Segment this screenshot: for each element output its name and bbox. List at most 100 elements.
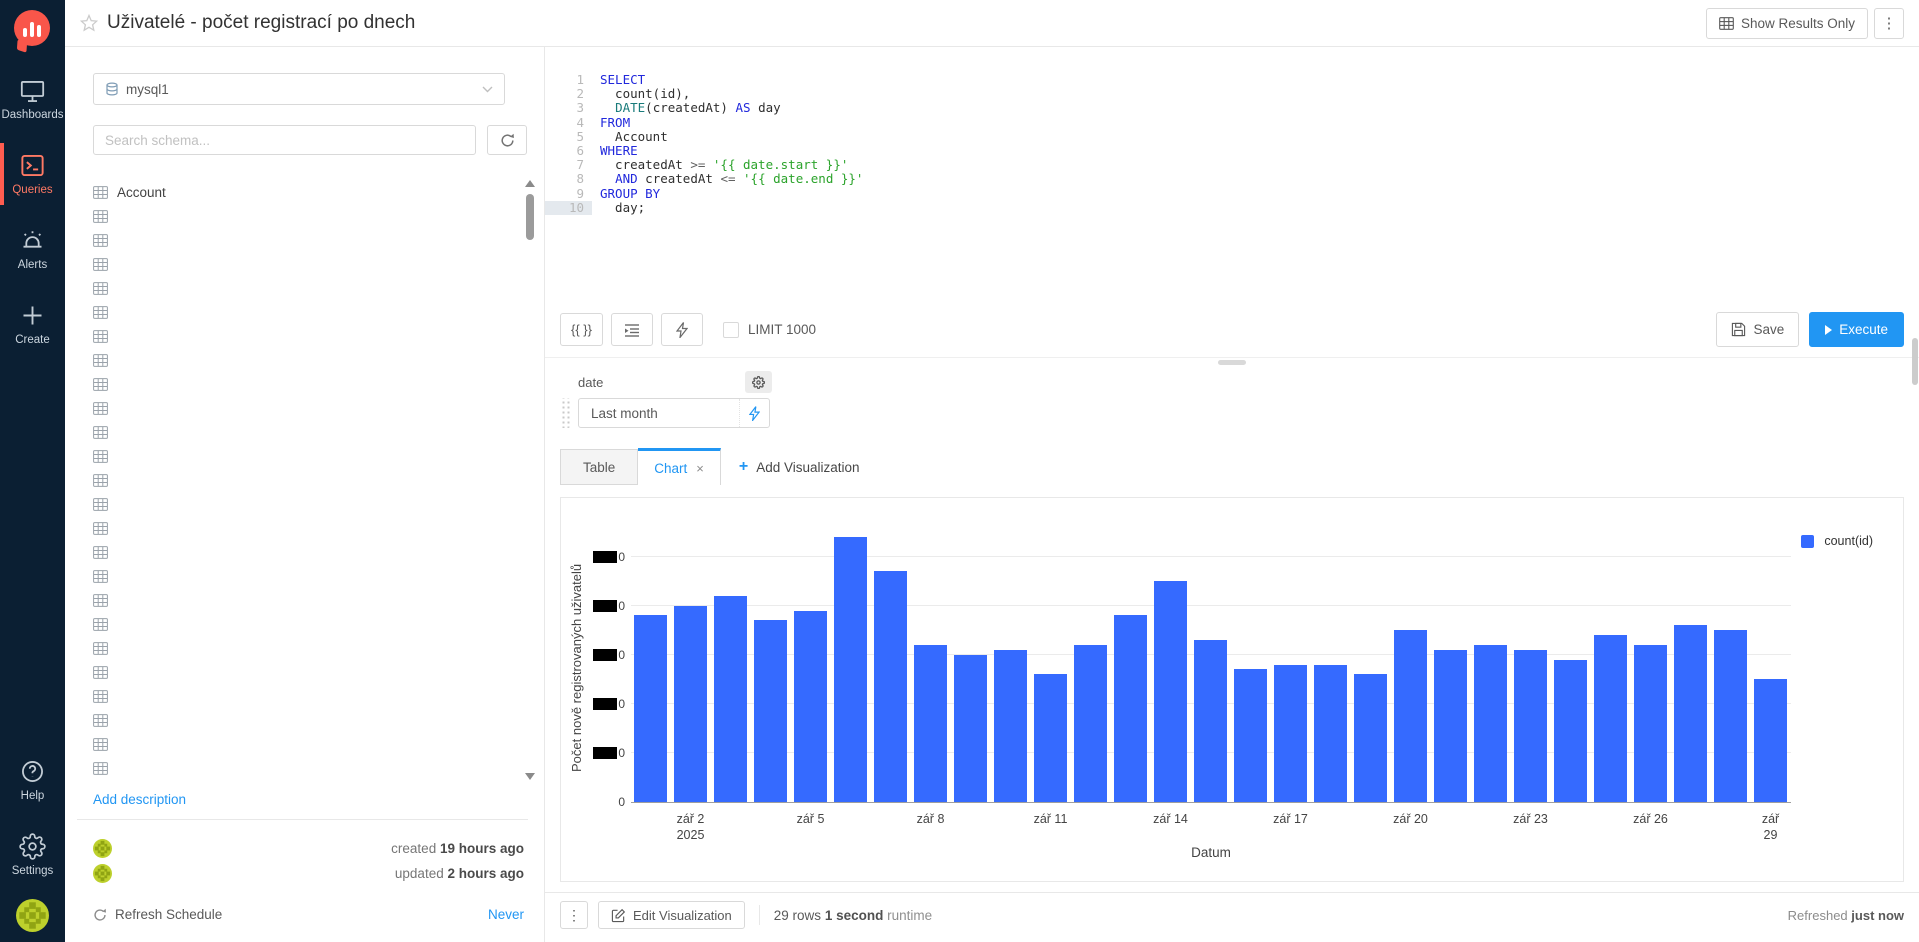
table-row[interactable] xyxy=(93,540,544,564)
user-avatar[interactable] xyxy=(16,899,49,932)
table-row[interactable] xyxy=(93,228,544,252)
favorite-star-icon[interactable] xyxy=(80,14,98,32)
bar[interactable] xyxy=(794,611,827,802)
save-button[interactable]: Save xyxy=(1716,312,1799,347)
table-row[interactable] xyxy=(93,252,544,276)
bar[interactable] xyxy=(634,615,667,802)
redash-logo[interactable] xyxy=(14,10,52,48)
table-row[interactable] xyxy=(93,348,544,372)
bar[interactable] xyxy=(954,655,987,802)
table-row[interactable] xyxy=(93,588,544,612)
limit-1000-control[interactable]: LIMIT 1000 xyxy=(723,322,816,338)
table-row[interactable] xyxy=(93,468,544,492)
table-row[interactable] xyxy=(93,204,544,228)
sql-editor[interactable]: 1SELECT2 count(id),3 DATE(createdAt) AS … xyxy=(545,47,1919,302)
refresh-schedule-label[interactable]: Refresh Schedule xyxy=(115,907,222,922)
limit-checkbox[interactable] xyxy=(723,322,739,338)
x-tick-label: zář 26 xyxy=(1633,811,1668,827)
avatar[interactable] xyxy=(93,839,112,858)
dynamic-value-icon[interactable] xyxy=(739,399,769,427)
table-row[interactable] xyxy=(93,420,544,444)
table-row[interactable] xyxy=(93,708,544,732)
table-row[interactable] xyxy=(93,276,544,300)
bar[interactable] xyxy=(1634,645,1667,802)
table-row[interactable] xyxy=(93,324,544,348)
param-name-label: date xyxy=(578,375,603,390)
schema-search-input[interactable] xyxy=(93,125,476,155)
bar[interactable] xyxy=(1274,665,1307,802)
table-row[interactable] xyxy=(93,492,544,516)
param-drag-handle[interactable] xyxy=(560,398,570,428)
table-row[interactable] xyxy=(93,516,544,540)
add-description-link[interactable]: Add description xyxy=(93,792,186,807)
tab-table[interactable]: Table xyxy=(560,449,638,485)
scroll-up-icon[interactable] xyxy=(525,180,535,187)
bar[interactable] xyxy=(1474,645,1507,802)
tab-chart[interactable]: Chart × xyxy=(638,448,721,485)
bar[interactable] xyxy=(1714,630,1747,802)
bar[interactable] xyxy=(1154,581,1187,802)
table-row[interactable] xyxy=(93,756,544,778)
nav-item-dashboards[interactable]: Dashboards xyxy=(0,79,65,121)
bar[interactable] xyxy=(1354,674,1387,802)
bar[interactable] xyxy=(714,596,747,802)
scroll-down-icon[interactable] xyxy=(525,773,535,780)
bar[interactable] xyxy=(914,645,947,802)
table-row[interactable] xyxy=(93,612,544,636)
table-row[interactable] xyxy=(93,396,544,420)
window-scrollbar-thumb[interactable] xyxy=(1912,338,1918,385)
chart-legend[interactable]: count(id) xyxy=(1801,534,1873,548)
table-row[interactable] xyxy=(93,732,544,756)
table-row[interactable] xyxy=(93,444,544,468)
table-row[interactable] xyxy=(93,564,544,588)
table-row[interactable] xyxy=(93,300,544,324)
avatar[interactable] xyxy=(93,864,112,883)
param-settings-button[interactable] xyxy=(745,371,772,393)
bar[interactable] xyxy=(834,537,867,802)
nav-item-create[interactable]: Create xyxy=(0,302,65,346)
nav-item-alerts[interactable]: Alerts xyxy=(0,227,65,271)
bar[interactable] xyxy=(1674,625,1707,802)
header-menu-button[interactable]: ⋮ xyxy=(1874,8,1904,39)
table-row[interactable] xyxy=(93,636,544,660)
panel-divider xyxy=(77,819,528,820)
nav-item-help[interactable]: Help xyxy=(12,758,54,802)
bar[interactable] xyxy=(1594,635,1627,802)
nav-item-queries[interactable]: Queries xyxy=(0,152,65,196)
schema-scrollbar[interactable] xyxy=(525,180,535,780)
bar[interactable] xyxy=(1194,640,1227,802)
schema-refresh-button[interactable] xyxy=(487,125,527,155)
refresh-schedule-value-link[interactable]: Never xyxy=(488,907,524,922)
execute-button[interactable]: Execute xyxy=(1809,312,1904,347)
bar[interactable] xyxy=(994,650,1027,802)
nav-item-settings[interactable]: Settings xyxy=(12,833,54,877)
edit-visualization-button[interactable]: Edit Visualization xyxy=(598,901,745,929)
show-results-only-button[interactable]: Show Results Only xyxy=(1706,8,1868,39)
bar[interactable] xyxy=(1114,615,1147,802)
mustache-button[interactable]: {{ }} xyxy=(560,313,603,346)
tab-close-icon[interactable]: × xyxy=(696,461,704,476)
add-visualization-button[interactable]: + Add Visualization xyxy=(721,449,878,485)
bar[interactable] xyxy=(1434,650,1467,802)
bar[interactable] xyxy=(1074,645,1107,802)
bar[interactable] xyxy=(1234,669,1267,802)
results-menu-button[interactable]: ⋮ xyxy=(560,901,588,929)
bar[interactable] xyxy=(1394,630,1427,802)
bar[interactable] xyxy=(1754,679,1787,802)
bar[interactable] xyxy=(1554,660,1587,802)
bar[interactable] xyxy=(874,571,907,802)
scroll-thumb[interactable] xyxy=(526,194,534,240)
format-query-button[interactable] xyxy=(611,313,653,346)
bar[interactable] xyxy=(1314,665,1347,802)
table-row[interactable] xyxy=(93,660,544,684)
table-row[interactable]: Account xyxy=(93,180,544,204)
autocomplete-toggle-button[interactable] xyxy=(661,313,703,346)
bar[interactable] xyxy=(1034,674,1067,802)
table-row[interactable] xyxy=(93,684,544,708)
bar[interactable] xyxy=(754,620,787,802)
bar[interactable] xyxy=(1514,650,1547,802)
datasource-select[interactable]: mysql1 xyxy=(93,73,505,105)
param-value-input[interactable]: Last month xyxy=(578,398,770,428)
table-row[interactable] xyxy=(93,372,544,396)
bar[interactable] xyxy=(674,606,707,802)
